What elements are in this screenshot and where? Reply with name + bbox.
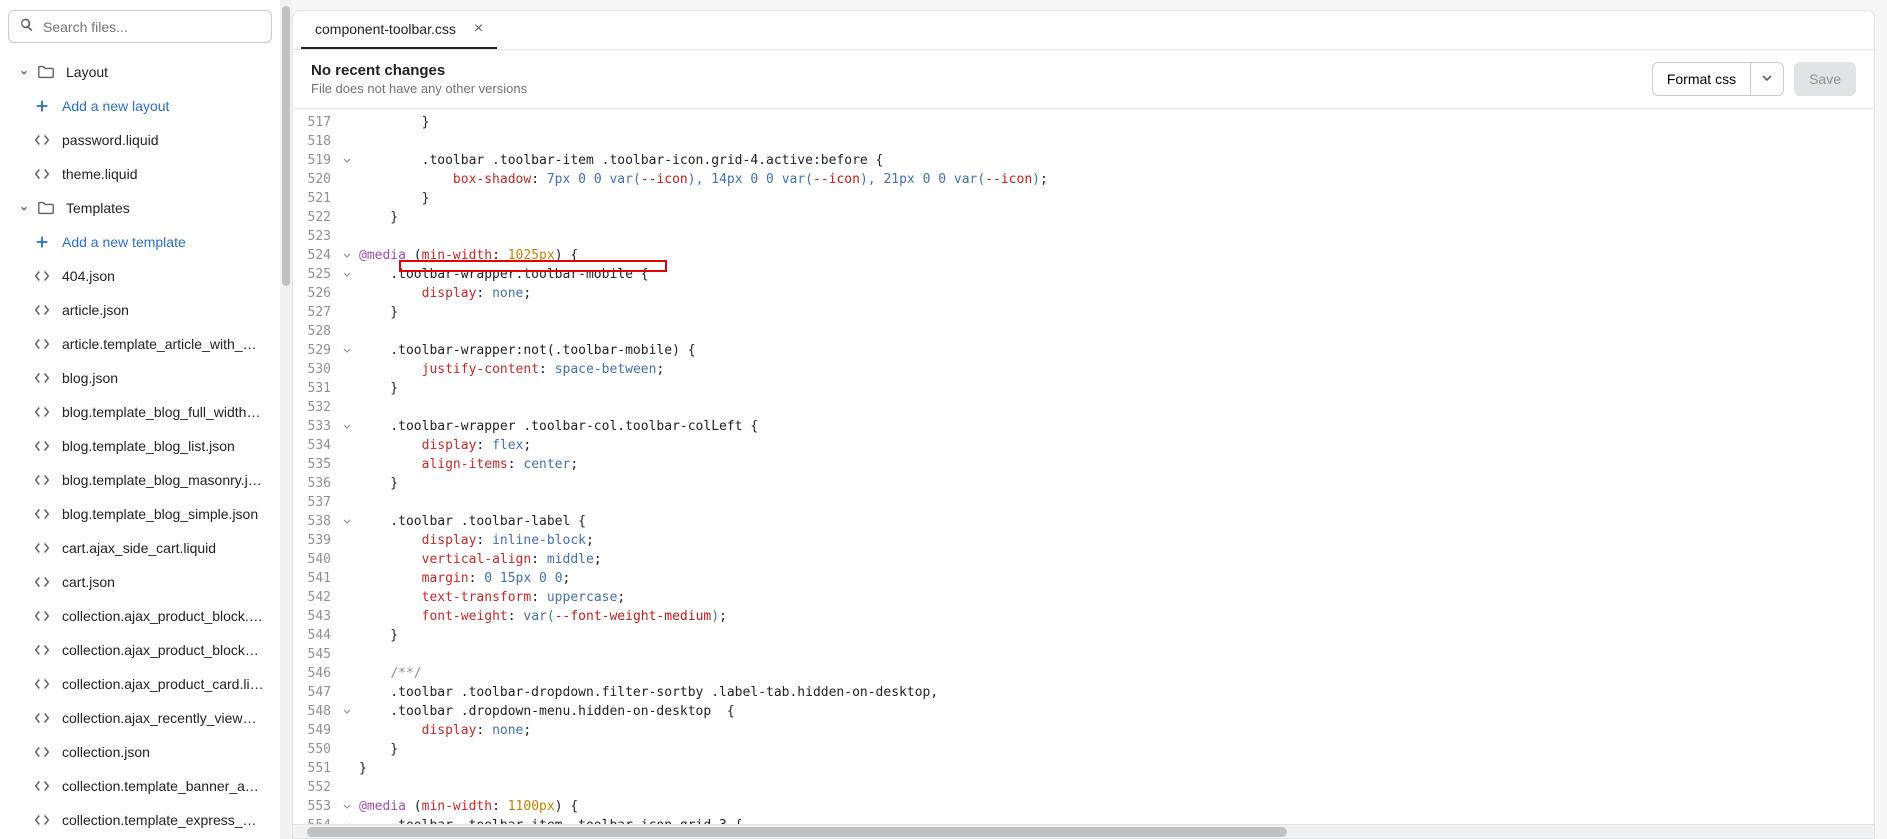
plus-icon bbox=[32, 96, 52, 116]
tab-label: component-toolbar.css bbox=[315, 21, 456, 37]
file-label: 404.json bbox=[62, 268, 264, 284]
search-field[interactable] bbox=[43, 19, 261, 35]
tree-file[interactable]: blog.json bbox=[8, 361, 272, 395]
tab-file[interactable]: component-toolbar.css × bbox=[301, 11, 497, 49]
fold-gutter bbox=[341, 109, 353, 824]
code-content[interactable]: } .toolbar .toolbar-item .toolbar-icon.g… bbox=[353, 109, 1874, 824]
format-button[interactable]: Format css bbox=[1652, 62, 1750, 96]
folder-icon bbox=[36, 198, 56, 218]
tree-file[interactable]: collection.ajax_product_block_load... bbox=[8, 633, 272, 667]
tree-file[interactable]: collection.ajax_product_card.liquid bbox=[8, 667, 272, 701]
editor-main: component-toolbar.css × No recent change… bbox=[292, 0, 1887, 839]
format-button-group: Format css bbox=[1652, 62, 1784, 96]
code-icon bbox=[32, 402, 52, 422]
code-icon bbox=[32, 334, 52, 354]
file-label: collection.ajax_product_block.liquid bbox=[62, 608, 264, 624]
file-label: article.template_article_with_produ... bbox=[62, 336, 264, 352]
file-label: article.json bbox=[62, 302, 264, 318]
code-icon bbox=[32, 708, 52, 728]
code-icon bbox=[32, 742, 52, 762]
tree-add-item[interactable]: Add a new layout bbox=[8, 89, 272, 123]
line-gutter: 5175185195205215225235245255265275285295… bbox=[293, 109, 341, 824]
status-bar: No recent changes File does not have any… bbox=[293, 50, 1874, 109]
code-icon bbox=[32, 640, 52, 660]
file-label: cart.json bbox=[62, 574, 264, 590]
chevron-down-icon bbox=[16, 67, 32, 77]
format-options-button[interactable] bbox=[1750, 62, 1784, 96]
file-label: blog.template_blog_full_width.json bbox=[62, 404, 264, 420]
tree-file[interactable]: theme.liquid bbox=[8, 157, 272, 191]
code-icon bbox=[32, 164, 52, 184]
file-label: blog.json bbox=[62, 370, 264, 386]
chevron-down-icon bbox=[16, 203, 32, 213]
code-icon bbox=[32, 470, 52, 490]
file-label: Add a new template bbox=[62, 234, 264, 250]
code-icon bbox=[32, 572, 52, 592]
code-icon bbox=[32, 368, 52, 388]
folder-label: Layout bbox=[66, 64, 264, 80]
code-icon bbox=[32, 606, 52, 626]
versions-sub: File does not have any other versions bbox=[311, 81, 527, 96]
file-label: collection.ajax_product_block_load... bbox=[62, 642, 264, 658]
file-label: collection.ajax_recently_viewed.liqu... bbox=[62, 710, 264, 726]
code-icon bbox=[32, 538, 52, 558]
tree-add-item[interactable]: Add a new template bbox=[8, 225, 272, 259]
code-icon bbox=[32, 300, 52, 320]
folder-label: Templates bbox=[66, 200, 264, 216]
tree-folder[interactable]: Templates bbox=[8, 191, 272, 225]
search-icon bbox=[19, 17, 43, 36]
file-label: cart.ajax_side_cart.liquid bbox=[62, 540, 264, 556]
tree-file[interactable]: blog.template_blog_simple.json bbox=[8, 497, 272, 531]
tree-file[interactable]: blog.template_blog_masonry.json bbox=[8, 463, 272, 497]
file-label: collection.ajax_product_card.liquid bbox=[62, 676, 264, 692]
tree-file[interactable]: collection.template_banner_adv.json bbox=[8, 769, 272, 803]
file-label: blog.template_blog_masonry.json bbox=[62, 472, 264, 488]
code-icon bbox=[32, 266, 52, 286]
file-label: blog.template_blog_list.json bbox=[62, 438, 264, 454]
code-editor[interactable]: 5175185195205215225235245255265275285295… bbox=[293, 109, 1874, 824]
tree-file[interactable]: article.json bbox=[8, 293, 272, 327]
tree-folder[interactable]: Layout bbox=[8, 55, 272, 89]
tree-file[interactable]: cart.ajax_side_cart.liquid bbox=[8, 531, 272, 565]
close-icon[interactable]: × bbox=[474, 21, 483, 37]
file-tree-sidebar: Layout Add a new layout password.liquid the… bbox=[0, 0, 292, 839]
tree-file[interactable]: 404.json bbox=[8, 259, 272, 293]
tree-file[interactable]: blog.template_blog_full_width.json bbox=[8, 395, 272, 429]
file-label: password.liquid bbox=[62, 132, 264, 148]
file-label: blog.template_blog_simple.json bbox=[62, 506, 264, 522]
code-icon bbox=[32, 504, 52, 524]
code-icon bbox=[32, 810, 52, 830]
code-icon bbox=[32, 674, 52, 694]
plus-icon bbox=[32, 232, 52, 252]
code-icon bbox=[32, 130, 52, 150]
tree-file[interactable]: cart.json bbox=[8, 565, 272, 599]
search-files-input[interactable] bbox=[8, 10, 272, 43]
file-label: Add a new layout bbox=[62, 98, 264, 114]
tree-file[interactable]: collection.ajax_product_block.liquid bbox=[8, 599, 272, 633]
versions-title: No recent changes bbox=[311, 62, 527, 79]
file-label: collection.json bbox=[62, 744, 264, 760]
horizontal-scrollbar[interactable] bbox=[293, 824, 1874, 838]
tree-file[interactable]: collection.template_express_order.j... bbox=[8, 803, 272, 837]
save-button[interactable]: Save bbox=[1794, 62, 1856, 96]
tree-file[interactable]: password.liquid bbox=[8, 123, 272, 157]
file-label: theme.liquid bbox=[62, 166, 264, 182]
code-icon bbox=[32, 776, 52, 796]
chevron-down-icon bbox=[1761, 71, 1773, 87]
editor-tabs: component-toolbar.css × bbox=[293, 11, 1874, 50]
tree-file[interactable]: collection.json bbox=[8, 735, 272, 769]
folder-icon bbox=[36, 62, 56, 82]
file-label: collection.template_express_order.j... bbox=[62, 812, 264, 828]
tree-file[interactable]: collection.ajax_recently_viewed.liqu... bbox=[8, 701, 272, 735]
code-icon bbox=[32, 436, 52, 456]
file-label: collection.template_banner_adv.json bbox=[62, 778, 264, 794]
tree-file[interactable]: article.template_article_with_produ... bbox=[8, 327, 272, 361]
tree-file[interactable]: blog.template_blog_list.json bbox=[8, 429, 272, 463]
sidebar-scrollbar[interactable] bbox=[280, 0, 292, 839]
